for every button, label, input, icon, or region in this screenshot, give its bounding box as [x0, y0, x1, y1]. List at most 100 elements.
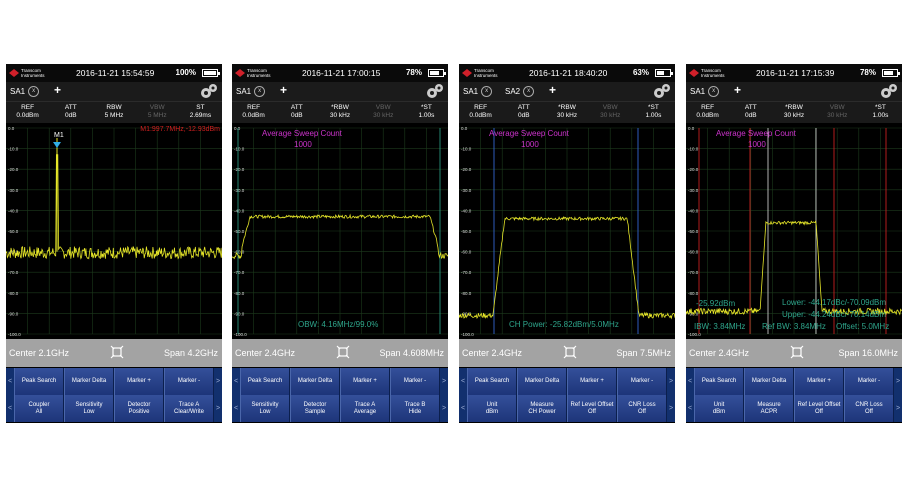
chevron-right-icon[interactable]: >: [894, 395, 902, 422]
peak-search-button[interactable]: Peak Search: [694, 368, 744, 395]
gear-icon[interactable]: [426, 83, 444, 100]
peak-search-button[interactable]: Peak Search: [240, 368, 290, 395]
span-frequency[interactable]: Span 4.608MHz: [379, 348, 444, 358]
marker-plus-button[interactable]: Marker +: [340, 368, 390, 395]
spectrum-plot[interactable]: 0.0 -10.0 -20.0 -30.0 -40.0 -50.0 -60.0 -70.0 -8…: [686, 124, 902, 339]
param-ref[interactable]: REF 0.0dBm: [686, 102, 729, 123]
param-vbw[interactable]: VBW 30 kHz: [589, 102, 632, 123]
marker-plus-button[interactable]: Marker +: [794, 368, 844, 395]
chevron-right-icon[interactable]: >: [667, 395, 675, 422]
detector-button[interactable]: Detector Positive: [114, 395, 164, 422]
center-lock-icon[interactable]: [336, 345, 350, 359]
tab-sa1[interactable]: SA1 x: [463, 85, 493, 98]
chevron-right-icon[interactable]: >: [440, 395, 448, 422]
coupler-button[interactable]: Coupler All: [14, 395, 64, 422]
center-frequency[interactable]: Center 2.4GHz: [235, 348, 295, 358]
marker-plus-button[interactable]: Marker +: [567, 368, 617, 395]
chevron-left-icon[interactable]: <: [232, 395, 240, 422]
param-sweep-time[interactable]: *ST 1.00s: [405, 102, 448, 123]
spectrum-plot[interactable]: 0.0 -10.0 -20.0 -30.0 -40.0 -50.0 -60.0 -70.0 -8…: [459, 124, 675, 339]
chevron-left-icon[interactable]: <: [686, 395, 694, 422]
param-vbw[interactable]: VBW 30 kHz: [362, 102, 405, 123]
spectrum-plot[interactable]: 0.0 -10.0 -20.0 -30.0 -40.0 -50.0 -60.0 -70.0 -8…: [6, 124, 222, 339]
span-frequency[interactable]: Span 16.0MHz: [838, 348, 898, 358]
marker-minus-button[interactable]: Marker -: [617, 368, 667, 395]
tab-sa1[interactable]: SA1 x: [236, 85, 266, 98]
param-rbw[interactable]: *RBW 30 kHz: [772, 102, 815, 123]
marker-delta-button[interactable]: Marker Delta: [517, 368, 567, 395]
param-sweep-time[interactable]: *ST 1.00s: [632, 102, 675, 123]
tab-sa1[interactable]: SA1 x: [10, 85, 40, 98]
chevron-left-icon[interactable]: <: [232, 368, 240, 395]
add-tab-button[interactable]: +: [280, 83, 287, 97]
trace-b-button[interactable]: Trace B Hide: [390, 395, 440, 422]
param-sweep-time[interactable]: ST 2.69ms: [179, 102, 222, 123]
center-frequency[interactable]: Center 2.4GHz: [462, 348, 522, 358]
param-rbw[interactable]: *RBW 30 kHz: [318, 102, 361, 123]
center-frequency[interactable]: Center 2.4GHz: [689, 348, 749, 358]
chevron-left-icon[interactable]: <: [6, 368, 14, 395]
add-tab-button[interactable]: +: [734, 83, 741, 97]
add-tab-button[interactable]: +: [54, 83, 61, 97]
tab-sa1[interactable]: SA1 x: [690, 85, 720, 98]
marker-delta-button[interactable]: Marker Delta: [64, 368, 114, 395]
close-icon[interactable]: x: [28, 86, 40, 98]
close-icon[interactable]: x: [254, 86, 266, 98]
param-ref[interactable]: REF 0.0dBm: [232, 102, 275, 123]
param-att[interactable]: ATT 0dB: [49, 102, 92, 123]
marker-plus-button[interactable]: Marker +: [114, 368, 164, 395]
sensitivity-button[interactable]: Sensitivity Low: [240, 395, 290, 422]
gear-icon[interactable]: [880, 83, 898, 100]
tab-sa2[interactable]: SA2 x: [505, 85, 535, 98]
param-ref[interactable]: REF 0.0dBm: [459, 102, 502, 123]
center-lock-icon[interactable]: [110, 345, 124, 359]
detector-button[interactable]: Detector Sample: [290, 395, 340, 422]
chevron-right-icon[interactable]: >: [440, 368, 448, 395]
marker-delta-button[interactable]: Marker Delta: [744, 368, 794, 395]
ref-level-offset-button[interactable]: Ref Level Offset Off: [567, 395, 617, 422]
chevron-right-icon[interactable]: >: [214, 368, 222, 395]
cnr-loss-button[interactable]: CNR Loss Off: [844, 395, 894, 422]
center-frequency[interactable]: Center 2.1GHz: [9, 348, 69, 358]
chevron-right-icon[interactable]: >: [214, 395, 222, 422]
marker-delta-button[interactable]: Marker Delta: [290, 368, 340, 395]
marker-minus-button[interactable]: Marker -: [164, 368, 214, 395]
param-sweep-time[interactable]: *ST 1.00s: [859, 102, 902, 123]
peak-search-button[interactable]: Peak Search: [14, 368, 64, 395]
param-vbw[interactable]: VBW 5 MHz: [136, 102, 179, 123]
chevron-left-icon[interactable]: <: [6, 395, 14, 422]
measure-button[interactable]: Measure ACPR: [744, 395, 794, 422]
param-rbw[interactable]: *RBW 30 kHz: [545, 102, 588, 123]
unit-button[interactable]: Unit dBm: [694, 395, 744, 422]
center-lock-icon[interactable]: [790, 345, 804, 359]
ref-level-offset-button[interactable]: Ref Level Offset Off: [794, 395, 844, 422]
param-att[interactable]: ATT 0dB: [502, 102, 545, 123]
sensitivity-button[interactable]: Sensitivity Low: [64, 395, 114, 422]
peak-search-button[interactable]: Peak Search: [467, 368, 517, 395]
close-icon[interactable]: x: [708, 86, 720, 98]
chevron-left-icon[interactable]: <: [459, 395, 467, 422]
chevron-right-icon[interactable]: >: [667, 368, 675, 395]
measure-button[interactable]: Measure CH Power: [517, 395, 567, 422]
marker-minus-button[interactable]: Marker -: [844, 368, 894, 395]
close-icon[interactable]: x: [523, 86, 535, 98]
chevron-left-icon[interactable]: <: [686, 368, 694, 395]
center-lock-icon[interactable]: [563, 345, 577, 359]
add-tab-button[interactable]: +: [549, 83, 556, 97]
spectrum-plot[interactable]: 0.0 -10.0 -20.0 -30.0 -40.0 -50.0 -60.0 -70.0 -8…: [232, 124, 448, 339]
gear-icon[interactable]: [653, 83, 671, 100]
marker-minus-button[interactable]: Marker -: [390, 368, 440, 395]
span-frequency[interactable]: Span 7.5MHz: [616, 348, 671, 358]
trace-a-button[interactable]: Trace A Average: [340, 395, 390, 422]
gear-icon[interactable]: [200, 83, 218, 100]
cnr-loss-button[interactable]: CNR Loss Off: [617, 395, 667, 422]
close-icon[interactable]: x: [481, 86, 493, 98]
param-att[interactable]: ATT 0dB: [729, 102, 772, 123]
unit-button[interactable]: Unit dBm: [467, 395, 517, 422]
trace-a-button[interactable]: Trace A Clear/Write: [164, 395, 214, 422]
chevron-right-icon[interactable]: >: [894, 368, 902, 395]
chevron-left-icon[interactable]: <: [459, 368, 467, 395]
param-rbw[interactable]: RBW 5 MHz: [92, 102, 135, 123]
param-vbw[interactable]: VBW 30 kHz: [816, 102, 859, 123]
param-att[interactable]: ATT 0dB: [275, 102, 318, 123]
